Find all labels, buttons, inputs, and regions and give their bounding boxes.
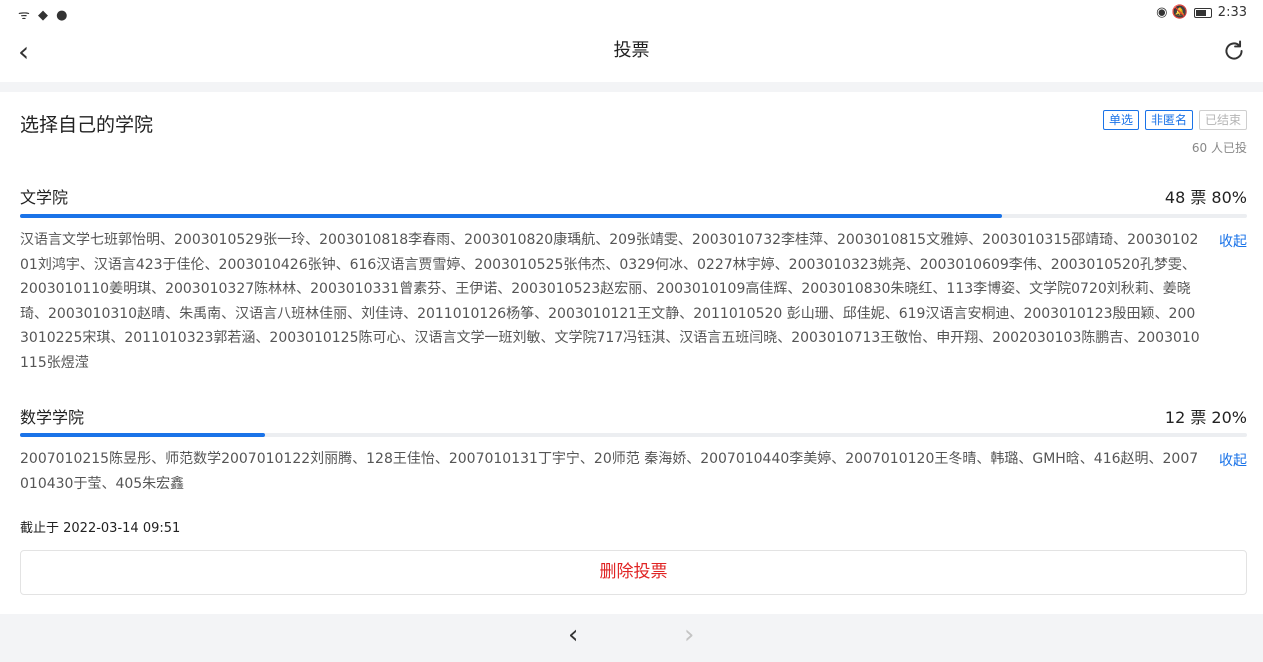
option-stats: 12 票 20%	[1164, 408, 1247, 427]
voted-count: 60 人已投	[1191, 141, 1247, 155]
app-header: ‹ 投票	[0, 28, 1263, 82]
option-stats: 48 票 80%	[1164, 188, 1247, 207]
collapse-link[interactable]: 收起	[1219, 231, 1247, 251]
option-name: 数学学院	[20, 408, 85, 427]
tag-ended: 已结束	[1198, 110, 1247, 130]
poll-question: 选择自己的学院	[20, 114, 154, 136]
poll-tags: 单选 非匿名 已结束	[1102, 110, 1247, 130]
page-title: 投票	[613, 40, 650, 61]
status-bar: ᯤ ◆ ● ◉ 🔕 2:33	[0, 0, 1263, 28]
delete-poll-button[interactable]: 删除投票	[20, 550, 1247, 595]
progress-track	[20, 214, 1247, 218]
bottom-nav: ‹ ›	[0, 614, 1263, 662]
option-header: 数学学院 12 票 20%	[20, 404, 1247, 428]
progress-track	[20, 433, 1247, 437]
signal-icons: ᯤ ◆ ●	[18, 8, 70, 23]
option-name: 文学院	[20, 188, 69, 207]
prev-icon[interactable]: ‹	[568, 620, 578, 650]
voter-list: 汉语言文学七班郭怡明、2003010529张一玲、2003010818李春雨、2…	[20, 232, 1200, 371]
poll-card: 选择自己的学院 单选 非匿名 已结束 60 人已投 文学院 48 票 80% 汉…	[0, 92, 1263, 614]
refresh-icon[interactable]	[1221, 38, 1247, 64]
progress-bar	[20, 214, 1002, 218]
voter-list: 2007010215陈昱彤、师范数学2007010122刘丽腾、128王佳怡、2…	[20, 451, 1199, 492]
option-header: 文学院 48 票 80%	[20, 184, 1247, 208]
battery-icon	[1193, 7, 1212, 18]
tag-single-choice: 单选	[1102, 110, 1139, 130]
clock: 2:33	[1217, 5, 1247, 20]
status-icons: ◉ 🔕	[1156, 5, 1188, 20]
next-icon[interactable]: ›	[684, 620, 694, 650]
progress-bar	[20, 433, 266, 437]
status-right: ◉ 🔕 2:33	[1156, 5, 1247, 20]
deadline-text: 截止于 2022-03-14 09:51	[20, 521, 181, 536]
collapse-link[interactable]: 收起	[1219, 450, 1247, 470]
tag-non-anonymous: 非匿名	[1144, 110, 1193, 130]
